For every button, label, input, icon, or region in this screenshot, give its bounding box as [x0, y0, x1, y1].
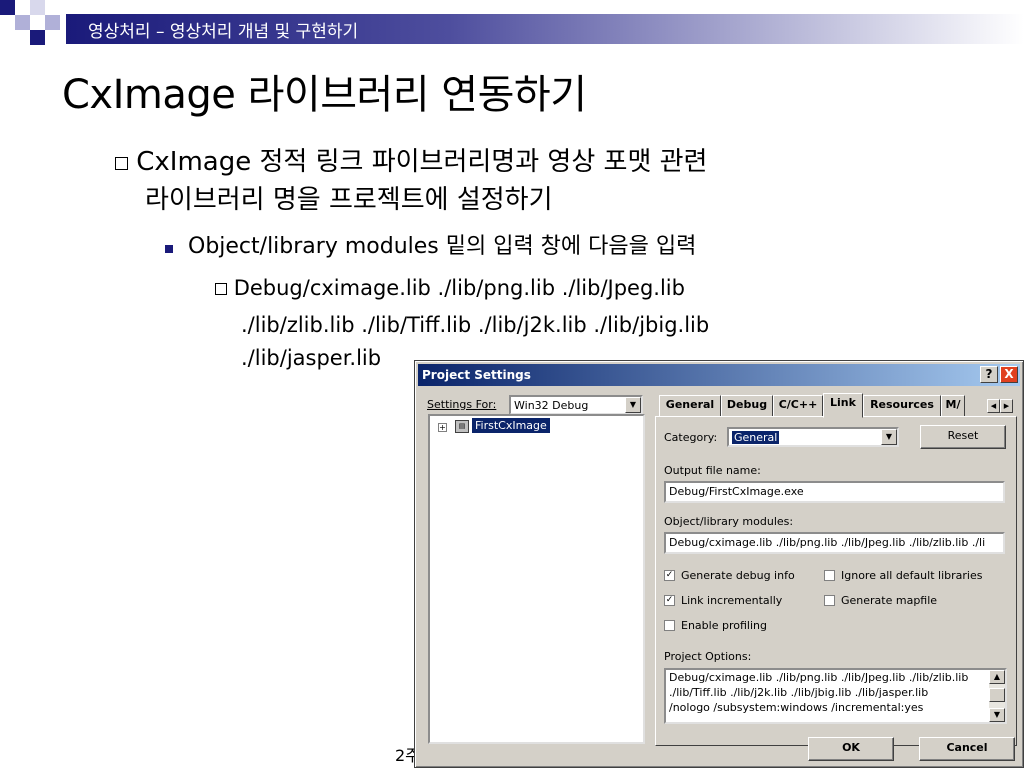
- bullet-level2: Object/library modules 밑의 입력 창에 다음을 입력: [165, 232, 696, 262]
- tab-strip: General Debug C/C++ Link Resources M/ ◀ …: [657, 393, 1015, 418]
- ignore-default-label: Ignore all default libraries: [841, 569, 983, 582]
- bullet-level1: CxImage 정적 링크 파이브러리명과 영상 포맷 관련: [115, 144, 707, 180]
- enable-profiling-checkbox[interactable]: Enable profiling: [664, 619, 767, 632]
- settings-for-dropdown[interactable]: Win32 Debug ▼: [509, 395, 643, 415]
- checkbox-icon[interactable]: [664, 620, 675, 631]
- modules-field[interactable]: Debug/cximage.lib ./lib/png.lib ./lib/Jp…: [664, 532, 1005, 554]
- link-incremental-label: Link incrementally: [681, 594, 783, 607]
- category-dropdown[interactable]: General ▼: [727, 427, 899, 447]
- tab-resources[interactable]: Resources: [863, 395, 941, 417]
- ignore-default-checkbox[interactable]: Ignore all default libraries: [824, 569, 982, 582]
- bullet3-line1: Debug/cximage.lib ./lib/png.lib ./lib/Jp…: [233, 276, 685, 300]
- chevron-down-icon[interactable]: ▼: [881, 429, 897, 445]
- bullet1-line1: CxImage 정적 링크 파이브러리명과 영상 포맷 관련: [136, 147, 708, 177]
- category-label: Category:: [664, 431, 718, 444]
- slide-title: CxImage 라이브러리 연동하기: [62, 72, 587, 118]
- scroll-down-icon[interactable]: ▼: [989, 708, 1005, 722]
- output-file-label: Output file name:: [664, 464, 761, 477]
- square-dark: [0, 0, 15, 15]
- bullet3-line2: ./lib/zlib.lib ./lib/Tiff.lib ./lib/j2k.…: [241, 313, 710, 337]
- bullet2-text: Object/library modules 밑의 입력 창에 다음을 입력: [188, 234, 697, 259]
- generate-mapfile-checkbox[interactable]: Generate mapfile: [824, 594, 937, 607]
- options-scrollbar[interactable]: ▲ ▼: [989, 670, 1005, 722]
- tab-general[interactable]: General: [659, 395, 721, 417]
- link-incremental-checkbox[interactable]: ✓ Link incrementally: [664, 594, 782, 607]
- tab-debug[interactable]: Debug: [721, 395, 773, 417]
- settings-for-value: Win32 Debug: [514, 399, 589, 412]
- chevron-down-icon[interactable]: ▼: [625, 397, 641, 413]
- bullet1-line2: 라이브러리 명을 프로젝트에 설정하기: [145, 185, 553, 215]
- square-light: [45, 15, 60, 30]
- project-settings-dialog: Project Settings ? X Settings For: Win32…: [414, 360, 1024, 768]
- enable-profiling-label: Enable profiling: [681, 619, 767, 632]
- settings-for-label: Settings For:: [427, 398, 496, 411]
- checkmark-icon[interactable]: ✓: [664, 595, 675, 606]
- checkbox-icon[interactable]: [824, 570, 835, 581]
- project-options-textarea[interactable]: Debug/cximage.lib ./lib/png.lib ./lib/Jp…: [664, 668, 1007, 724]
- square-bullet-icon: [165, 245, 173, 253]
- dialog-title: Project Settings: [422, 368, 531, 382]
- generate-debug-label: Generate debug info: [681, 569, 795, 582]
- tab-cpp[interactable]: C/C++: [773, 395, 823, 417]
- box-bullet-icon: [215, 283, 227, 295]
- checkmark-icon[interactable]: ✓: [664, 570, 675, 581]
- tab-scroll-left-icon[interactable]: ◀: [987, 399, 1000, 413]
- scroll-up-icon[interactable]: ▲: [989, 670, 1005, 684]
- box-bullet-icon: [115, 157, 128, 170]
- dialog-titlebar[interactable]: Project Settings ? X: [418, 364, 1020, 386]
- generate-mapfile-label: Generate mapfile: [841, 594, 938, 607]
- square-dark: [30, 30, 45, 45]
- options-line: /nologo /subsystem:windows /incremental:…: [669, 701, 924, 714]
- output-file-field[interactable]: Debug/FirstCxImage.exe: [664, 481, 1005, 503]
- tree-item-project[interactable]: FirstCxImage: [472, 418, 550, 433]
- bullet3-line3: ./lib/jasper.lib: [241, 346, 382, 370]
- square-light: [30, 0, 45, 15]
- square-light: [15, 15, 30, 30]
- reset-button[interactable]: Reset: [920, 425, 1006, 449]
- generate-debug-checkbox[interactable]: ✓ Generate debug info: [664, 569, 795, 582]
- close-button[interactable]: X: [1000, 366, 1018, 383]
- options-line: ./lib/Tiff.lib ./lib/j2k.lib ./lib/jbig.…: [669, 686, 929, 699]
- tab-link[interactable]: Link: [823, 393, 863, 418]
- bullet-level3: Debug/cximage.lib ./lib/png.lib ./lib/Jp…: [215, 273, 685, 304]
- modules-label: Object/library modules:: [664, 515, 794, 528]
- tab-more[interactable]: M/: [941, 395, 965, 417]
- options-line: Debug/cximage.lib ./lib/png.lib ./lib/Jp…: [669, 671, 969, 684]
- project-icon: ▤: [455, 420, 469, 433]
- tab-scroll-right-icon[interactable]: ▶: [1000, 399, 1013, 413]
- checkbox-icon[interactable]: [824, 595, 835, 606]
- scroll-thumb[interactable]: [989, 688, 1005, 702]
- cancel-button[interactable]: Cancel: [919, 737, 1015, 761]
- project-options-label: Project Options:: [664, 650, 752, 663]
- expand-icon[interactable]: +: [438, 423, 447, 432]
- category-value: General: [732, 431, 780, 444]
- settings-for-text: Settings For:: [427, 398, 497, 411]
- ok-button[interactable]: OK: [808, 737, 894, 761]
- header-text: 영상처리 – 영상처리 개념 및 구현하기: [88, 22, 359, 42]
- project-tree[interactable]: + ▤ FirstCxImage: [428, 414, 645, 744]
- help-button[interactable]: ?: [980, 366, 998, 383]
